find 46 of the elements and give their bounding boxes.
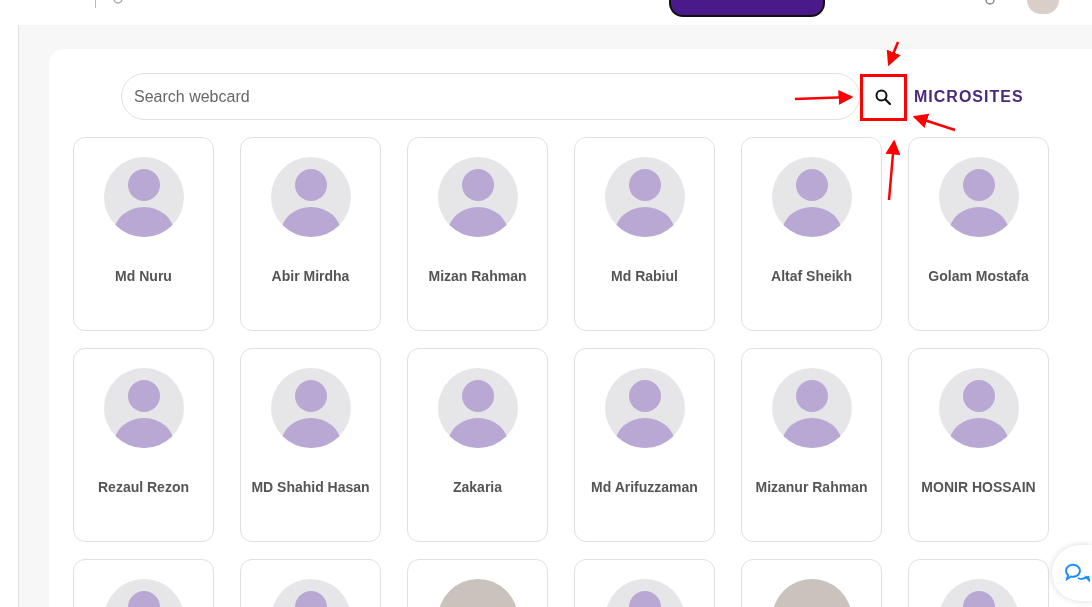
avatar-icon bbox=[437, 368, 518, 448]
profile-card[interactable]: Mizan Rahman bbox=[407, 137, 548, 331]
profile-name: Md Arifuzzaman bbox=[591, 479, 698, 495]
profile-card[interactable]: Mizanur Rahman bbox=[741, 348, 882, 542]
profile-card[interactable]: MD Shahid Hasan bbox=[240, 348, 381, 542]
avatar-icon bbox=[103, 368, 184, 448]
profile-card[interactable]: Golam Mostafa bbox=[908, 137, 1049, 331]
highlight-box bbox=[860, 74, 907, 121]
avatar-icon bbox=[270, 157, 351, 237]
profile-name: MD Shahid Hasan bbox=[251, 479, 370, 495]
profile-card[interactable]: Md Nuru bbox=[73, 137, 214, 331]
avatar-icon bbox=[771, 157, 852, 237]
profile-card[interactable]: Rezaul Rezon bbox=[73, 348, 214, 542]
avatar-icon bbox=[270, 368, 351, 448]
profile-card[interactable]: Zakaria bbox=[407, 348, 548, 542]
avatar-icon bbox=[771, 368, 852, 448]
profile-name: Altaf Sheikh bbox=[771, 268, 852, 284]
profile-name: Rezaul Rezon bbox=[98, 479, 189, 495]
annotation-arrow bbox=[794, 89, 854, 105]
profile-name: Mizanur Rahman bbox=[755, 479, 868, 495]
annotation-arrow bbox=[886, 41, 901, 67]
annotation-arrow bbox=[912, 113, 956, 132]
user-avatar[interactable] bbox=[1027, 0, 1059, 14]
avatar-icon bbox=[604, 368, 685, 448]
profile-card[interactable]: Md Rabiul bbox=[574, 137, 715, 331]
avatar-icon bbox=[938, 157, 1019, 237]
section-title: MICROSITES bbox=[914, 87, 1024, 106]
profile-name: Golam Mostafa bbox=[928, 268, 1029, 284]
profile-name: Zakaria bbox=[452, 479, 502, 495]
avatar-icon bbox=[938, 368, 1019, 448]
profile-name: Abir Mirdha bbox=[271, 268, 350, 284]
search-field[interactable]: Search webcard bbox=[121, 73, 860, 120]
chat-icon bbox=[1064, 562, 1090, 584]
profile-card[interactable]: Abir Mirdha bbox=[240, 137, 381, 331]
avatar-icon bbox=[103, 157, 184, 237]
profile-card[interactable]: Md Arifuzzaman bbox=[574, 348, 715, 542]
header-button[interactable] bbox=[669, 0, 825, 17]
profile-name: Mizan Rahman bbox=[428, 268, 527, 284]
avatar-icon bbox=[604, 157, 685, 237]
profile-card[interactable]: MONIR HOSSAIN bbox=[908, 348, 1049, 542]
annotation-arrow bbox=[885, 139, 901, 201]
profile-name: Md Rabiul bbox=[611, 268, 678, 284]
profile-card[interactable]: Altaf Sheikh bbox=[741, 137, 882, 331]
profile-name: MONIR HOSSAIN bbox=[921, 479, 1036, 495]
profile-name: Md Nuru bbox=[115, 268, 172, 284]
avatar-icon bbox=[437, 157, 518, 237]
